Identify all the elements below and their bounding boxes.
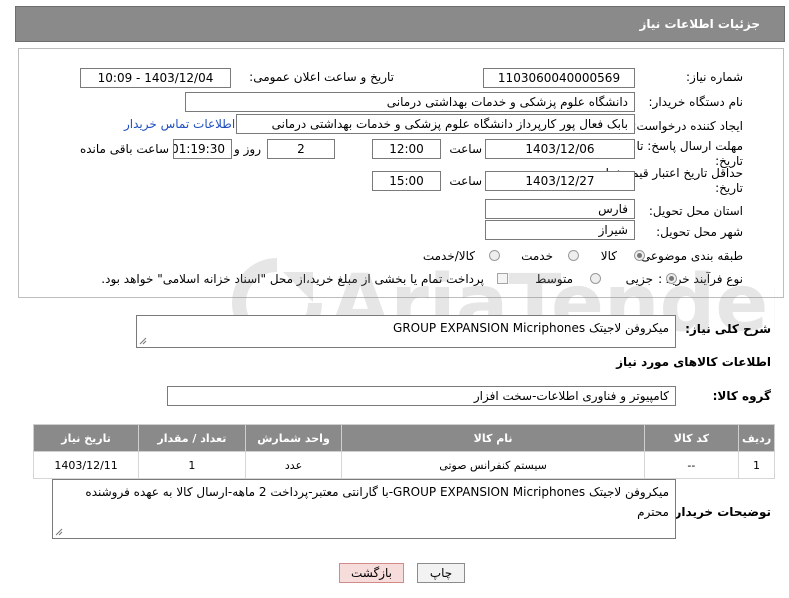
col-row: ردیف	[738, 424, 775, 452]
city-label: شهر محل تحویل:	[656, 225, 743, 239]
price-validity-date-field: 1403/12/27	[485, 171, 635, 191]
announce-datetime-field: 1403/12/04 - 10:09	[80, 68, 231, 88]
process-option-minor: جزیی	[625, 272, 653, 286]
treasury-payment-checkbox[interactable]	[497, 273, 508, 284]
need-number-field: 1103060040000569	[483, 68, 635, 88]
need-summary-text: میکروفن لاجیتک GROUP EXPANSION Micriphon…	[393, 321, 669, 335]
process-option-medium: متوسط	[535, 272, 573, 286]
need-summary-label: شرح کلی نیاز:	[685, 322, 771, 336]
province-field: فارس	[485, 199, 635, 219]
remaining-time-field: 01:19:30	[173, 139, 232, 159]
col-unit: واحد شمارش	[244, 424, 343, 452]
resize-grip-icon[interactable]	[139, 337, 147, 345]
buyer-org-label: نام دستگاه خریدار:	[648, 95, 744, 109]
request-creator-label: ایجاد کننده درخواست:	[632, 119, 743, 133]
days-label: روز و	[234, 142, 261, 156]
price-validity-time-field: 15:00	[372, 171, 441, 191]
buyer-notes-label: توضیحات خریدار:	[669, 505, 771, 519]
need-number-label: شماره نیاز:	[686, 70, 743, 84]
price-validity-date-label: تاریخ:	[715, 181, 743, 195]
process-radio-minor[interactable]	[666, 273, 677, 284]
col-item-code: کد کالا	[643, 424, 740, 452]
city-field: شیراز	[485, 220, 635, 240]
items-table-header: ردیف کد کالا نام کالا واحد شمارش تعداد /…	[32, 424, 775, 452]
cell-unit: عدد	[244, 451, 343, 479]
goods-section-title: اطلاعات کالاهای مورد نیاز	[616, 355, 771, 369]
category-radio-goods[interactable]	[634, 250, 645, 261]
page-title: جزئیات اطلاعات نیاز	[639, 17, 760, 31]
cell-row: 1	[738, 451, 775, 479]
cell-item-code: --	[643, 451, 740, 479]
announce-datetime-label: تاریخ و ساعت اعلان عمومی:	[249, 70, 394, 84]
category-radio-service[interactable]	[568, 250, 579, 261]
category-radio-goods-service[interactable]	[489, 250, 500, 261]
resize-grip-icon[interactable]	[55, 528, 63, 536]
remaining-days-field: 2	[267, 139, 335, 159]
items-table: ردیف کد کالا نام کالا واحد شمارش تعداد /…	[32, 424, 775, 479]
col-need-date: تاریخ نیاز	[32, 424, 140, 452]
deadline-date-field: 1403/12/06	[485, 139, 635, 159]
price-validity-time-label: ساعت	[449, 174, 482, 188]
cell-item-name: سیستم کنفرانس صوتی	[341, 451, 645, 479]
category-option-service: خدمت	[521, 249, 553, 263]
buyer-notes-text: میکروفن لاجیتک GROUP EXPANSION Micriphon…	[85, 485, 669, 519]
request-creator-field: بابک فعال پور کارپرداز دانشگاه علوم پزشک…	[236, 114, 635, 134]
table-row: 1 -- سیستم کنفرانس صوتی عدد 1 1403/12/11	[32, 451, 775, 479]
print-button[interactable]: چاپ	[417, 563, 465, 583]
need-summary-field: میکروفن لاجیتک GROUP EXPANSION Micriphon…	[136, 315, 676, 348]
goods-group-field: کامپیوتر و فناوری اطلاعات-سخت افزار	[167, 386, 676, 406]
cell-quantity: 1	[138, 451, 246, 479]
category-option-goods: کالا	[600, 249, 617, 263]
buyer-org-field: دانشگاه علوم پزشکی و خدمات بهداشتی درمان…	[185, 92, 635, 112]
col-item-name: نام کالا	[341, 424, 645, 452]
buyer-contact-link[interactable]: اطلاعات تماس خریدار	[124, 117, 235, 131]
deadline-time-field: 12:00	[372, 139, 441, 159]
category-label: طبقه بندی موضوعی:	[636, 249, 743, 263]
back-button[interactable]: بازگشت	[339, 563, 404, 583]
deadline-time-label: ساعت	[449, 142, 482, 156]
remaining-time-label: ساعت باقی مانده	[79, 142, 169, 156]
goods-group-label: گروه کالا:	[712, 389, 771, 403]
deadline-label: مهلت ارسال پاسخ: تا	[636, 139, 743, 153]
process-radio-medium[interactable]	[590, 273, 601, 284]
col-quantity: تعداد / مقدار	[138, 424, 246, 452]
cell-need-date: 1403/12/11	[32, 451, 140, 479]
category-option-goods-service: کالا/خدمت	[422, 249, 475, 263]
buyer-notes-field: میکروفن لاجیتک GROUP EXPANSION Micriphon…	[52, 479, 676, 539]
treasury-payment-note: پرداخت تمام یا بخشی از مبلغ خرید،از محل …	[101, 272, 484, 286]
page-header: جزئیات اطلاعات نیاز	[15, 6, 785, 42]
province-label: استان محل تحویل:	[648, 204, 743, 218]
